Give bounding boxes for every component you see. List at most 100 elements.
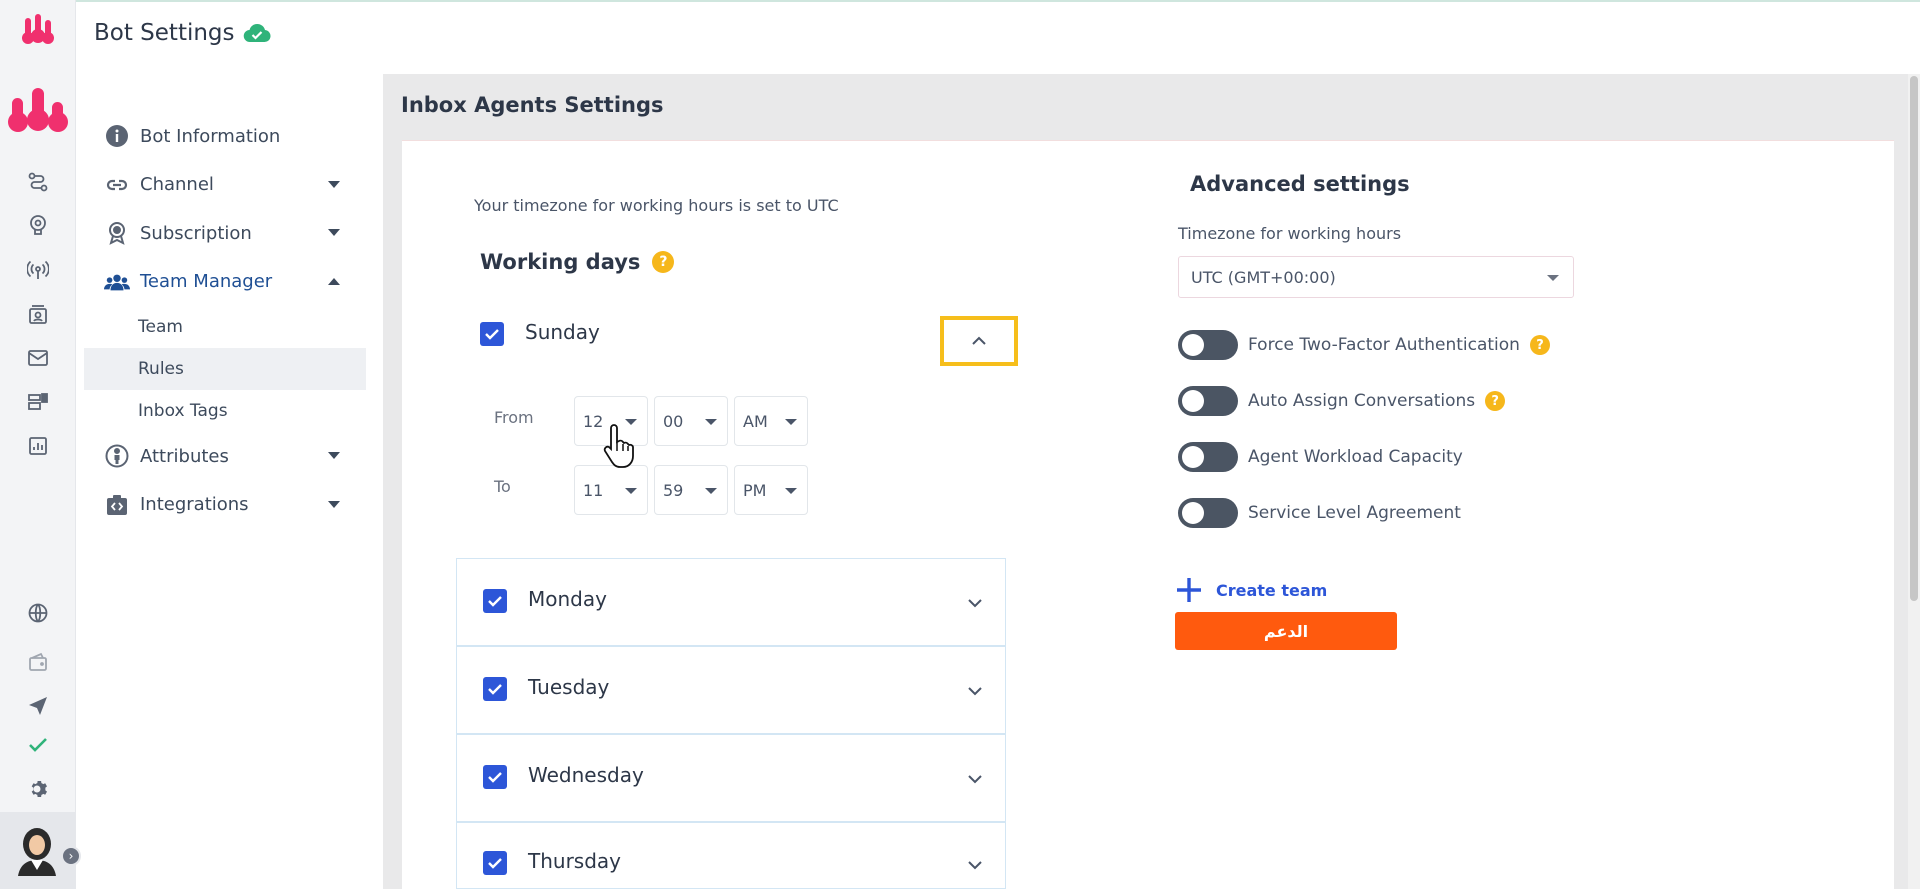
chevron-down-icon[interactable] — [328, 500, 340, 508]
help-icon[interactable]: ? — [1529, 335, 1550, 355]
to-minute-select[interactable]: 59 — [654, 465, 728, 515]
user-profile[interactable]: › — [0, 812, 81, 889]
chevron-down-icon — [705, 488, 717, 494]
badge-icon — [104, 220, 130, 246]
chevron-down-icon[interactable] — [965, 855, 985, 875]
page-title-text: Bot Settings — [94, 20, 235, 46]
wallet-icon[interactable] — [24, 648, 52, 676]
support-button[interactable]: الدعم — [1175, 612, 1397, 650]
check-icon[interactable] — [24, 731, 52, 759]
send-icon[interactable] — [24, 692, 52, 720]
chevron-down-icon — [1547, 275, 1559, 281]
checkmark-icon — [488, 596, 502, 607]
chevron-down-icon — [785, 419, 797, 425]
to-period-select[interactable]: PM — [734, 465, 808, 515]
from-minute-select[interactable]: 00 — [654, 396, 728, 446]
contacts-icon[interactable] — [24, 301, 52, 329]
thursday-label: Thursday — [528, 849, 621, 873]
create-team-button[interactable]: Create team — [1174, 575, 1327, 605]
gear-icon[interactable] — [24, 776, 52, 804]
monday-checkbox[interactable] — [483, 589, 507, 613]
chevron-down-icon — [625, 488, 637, 494]
scrollbar[interactable] — [1908, 74, 1920, 889]
chevron-down-icon[interactable] — [965, 769, 985, 789]
nav-item-integrations[interactable]: Integrations — [84, 481, 366, 530]
chevron-down-icon — [785, 488, 797, 494]
chevron-down-icon[interactable] — [328, 229, 340, 236]
chevron-down-icon[interactable] — [328, 180, 340, 188]
section-title: Inbox Agents Settings — [401, 93, 664, 117]
brain-icon[interactable] — [24, 211, 52, 239]
nav-subitem-inbox-tags[interactable]: Inbox Tags — [84, 390, 366, 432]
timezone-note: Your timezone for working hours is set t… — [474, 196, 839, 215]
nav-subitem-rules[interactable]: Rules — [84, 348, 366, 390]
toggle-knob — [1182, 334, 1204, 356]
nav-label: Channel — [140, 174, 214, 196]
nav-label: Subscription — [140, 222, 252, 244]
monday-label: Monday — [528, 587, 607, 611]
help-icon[interactable]: ? — [1485, 391, 1506, 411]
toggle-label: Service Level Agreement — [1248, 503, 1461, 523]
analytics-icon[interactable] — [24, 432, 52, 460]
nav-item-attributes[interactable]: Attributes — [84, 432, 366, 481]
checkmark-icon — [488, 772, 502, 783]
to-hour-select[interactable]: 11 — [574, 465, 648, 515]
team-icon — [104, 269, 130, 295]
toggle-knob — [1182, 502, 1204, 524]
nav-item-bot-information[interactable]: Bot Information — [84, 112, 366, 161]
nav-item-subscription[interactable]: Subscription — [84, 209, 366, 258]
toggle-knob — [1182, 446, 1204, 468]
plus-icon — [1177, 578, 1201, 602]
chevron-down-icon[interactable] — [965, 681, 985, 701]
sunday-label: Sunday — [525, 320, 600, 344]
info-icon — [104, 123, 130, 149]
from-hour-value: 12 — [583, 411, 604, 431]
expand-arrow-icon[interactable]: › — [61, 846, 81, 866]
broadcast-icon[interactable] — [24, 256, 52, 284]
brand-logo-icon[interactable] — [20, 12, 56, 46]
thursday-checkbox[interactable] — [483, 851, 507, 875]
sunday-checkbox[interactable] — [480, 322, 504, 346]
chevron-down-icon[interactable] — [328, 452, 340, 459]
app-rail: › — [0, 0, 81, 889]
from-minute-value: 00 — [663, 411, 684, 431]
route-icon[interactable] — [24, 168, 52, 196]
auto-assign-toggle[interactable] — [1178, 386, 1238, 416]
toggle-row-two-factor: Force Two-Factor Authentication ? — [1178, 329, 1550, 361]
scrollbar-thumb[interactable] — [1910, 76, 1918, 601]
bot-logo-icon[interactable] — [8, 84, 68, 134]
timezone-label: Timezone for working hours — [1178, 224, 1402, 243]
nav-item-channel[interactable]: Channel — [84, 161, 366, 210]
two-factor-toggle[interactable] — [1178, 330, 1238, 360]
advanced-settings-title: Advanced settings — [1190, 172, 1410, 196]
help-icon[interactable]: ? — [652, 251, 675, 273]
sla-toggle[interactable] — [1178, 498, 1238, 528]
chevron-down-icon — [705, 419, 717, 425]
globe-icon[interactable] — [24, 599, 52, 627]
day-row-monday[interactable]: Monday — [456, 558, 1006, 646]
page-title: Bot Settings — [94, 20, 271, 46]
nav-label: Team Manager — [140, 271, 273, 293]
settings-nav: Bot Information Channel Subscription Tea… — [84, 112, 366, 529]
workload-capacity-toggle[interactable] — [1178, 442, 1238, 472]
avatar[interactable] — [14, 824, 60, 876]
day-row-tuesday[interactable]: Tuesday — [456, 646, 1006, 734]
wednesday-label: Wednesday — [528, 763, 644, 787]
chevron-down-icon[interactable] — [965, 593, 985, 613]
toggle-row-workload: Agent Workload Capacity — [1178, 441, 1463, 473]
sunday-collapse-button[interactable] — [940, 316, 1018, 366]
to-minute-value: 59 — [663, 480, 684, 500]
nav-subitem-team[interactable]: Team — [84, 306, 366, 348]
wednesday-checkbox[interactable] — [483, 765, 507, 789]
day-row-wednesday[interactable]: Wednesday — [456, 734, 1006, 822]
toggle-row-auto-assign: Auto Assign Conversations ? — [1178, 385, 1506, 417]
nav-item-team-manager[interactable]: Team Manager — [84, 258, 366, 307]
timezone-select[interactable]: UTC (GMT+00:00) — [1178, 256, 1574, 298]
chevron-up-icon[interactable] — [328, 277, 340, 285]
from-period-select[interactable]: AM — [734, 396, 808, 446]
mail-icon[interactable] — [24, 344, 52, 372]
day-row-thursday[interactable]: Thursday — [456, 822, 1006, 889]
templates-icon[interactable] — [24, 388, 52, 416]
checkmark-icon — [485, 329, 499, 340]
tuesday-checkbox[interactable] — [483, 677, 507, 701]
